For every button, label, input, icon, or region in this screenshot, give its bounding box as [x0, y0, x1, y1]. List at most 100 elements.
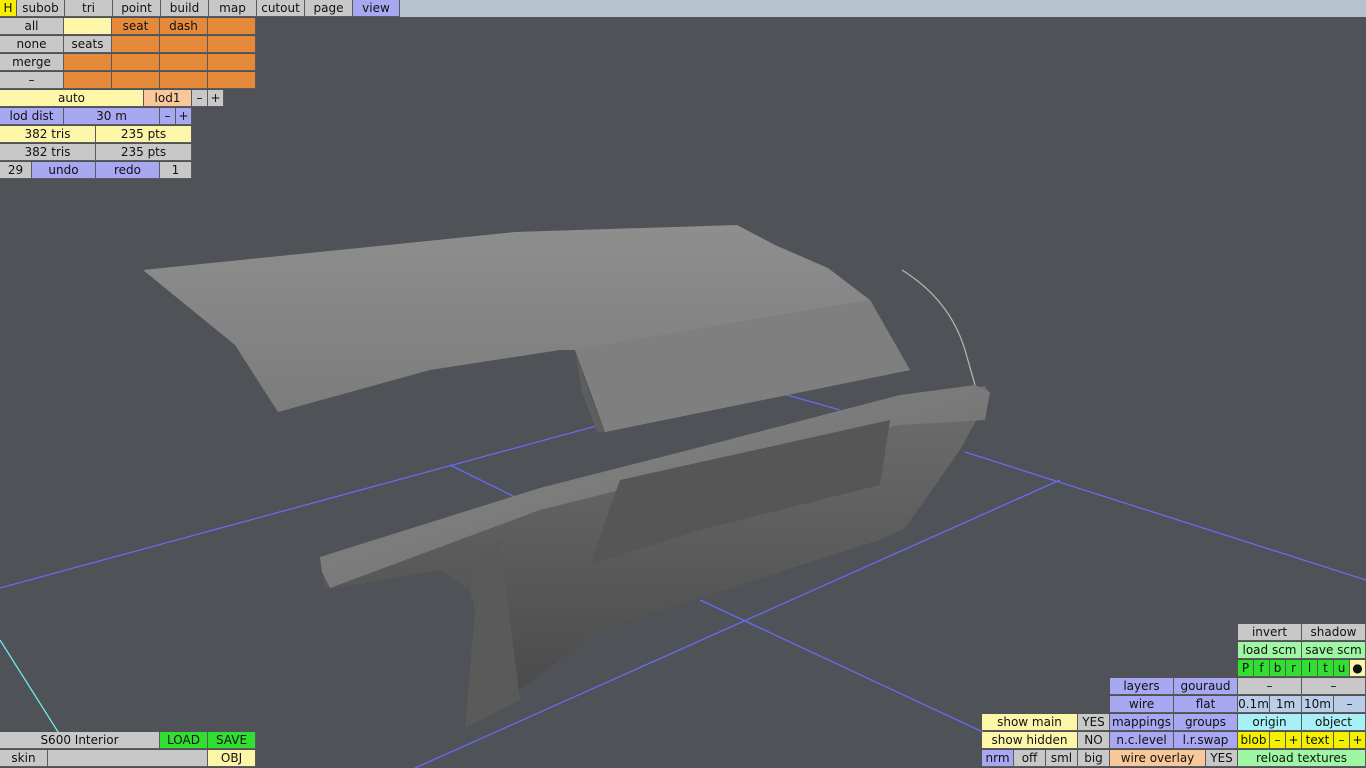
tab-subob[interactable]: subob [17, 0, 65, 17]
small-size-button[interactable]: sml [1046, 750, 1078, 767]
invert-button[interactable]: invert [1238, 624, 1302, 641]
lod-minus-button[interactable]: – [192, 90, 208, 107]
tris-count: 382 tris [0, 126, 96, 143]
redo-button[interactable]: redo [96, 162, 160, 179]
pts-count: 235 pts [96, 126, 192, 143]
lod-dist-value[interactable]: 30 m [64, 108, 160, 125]
tab-point[interactable]: point [113, 0, 161, 17]
minus-button[interactable]: – [0, 72, 64, 89]
merge-button[interactable]: merge [0, 54, 64, 71]
normal-size-button[interactable]: nrm [982, 750, 1014, 767]
shadow-button[interactable]: shadow [1302, 624, 1366, 641]
groups-button[interactable]: groups [1174, 714, 1238, 731]
group-slot-6[interactable] [112, 36, 160, 53]
total-tris-count: 382 tris [0, 144, 96, 161]
redo-count: 1 [160, 162, 192, 179]
lod-dist-label: lod dist [0, 108, 64, 125]
show-hidden-toggle[interactable]: NO [1078, 732, 1110, 749]
skin-field[interactable] [48, 750, 208, 767]
3d-viewport[interactable] [0, 0, 1366, 768]
select-none-button[interactable]: none [0, 36, 64, 53]
lod-dist-plus-button[interactable]: + [176, 108, 192, 125]
layers-button[interactable]: layers [1110, 678, 1174, 695]
view-persp-button[interactable]: P [1238, 660, 1254, 677]
lr-swap-button[interactable]: l.r.swap [1174, 732, 1238, 749]
object-button[interactable]: object [1302, 714, 1366, 731]
undo-button[interactable]: undo [32, 162, 96, 179]
show-main-label[interactable]: show main [982, 714, 1078, 731]
group-slot-4[interactable] [208, 18, 256, 35]
title-strip [400, 0, 1366, 17]
select-all-button[interactable]: all [0, 18, 64, 35]
total-pts-count: 235 pts [96, 144, 192, 161]
mappings-button[interactable]: mappings [1110, 714, 1174, 731]
load-button[interactable]: LOAD [160, 732, 208, 749]
group-dash-button[interactable]: dash [160, 18, 208, 35]
group-slot-10[interactable] [112, 54, 160, 71]
lod-plus-button[interactable]: + [208, 90, 224, 107]
save-button[interactable]: SAVE [208, 732, 256, 749]
dash-button-2[interactable]: – [1302, 678, 1366, 695]
obj-button[interactable]: OBJ [208, 750, 256, 767]
view-right-button[interactable]: r [1286, 660, 1302, 677]
dash-button-1[interactable]: – [1238, 678, 1302, 695]
nc-level-button[interactable]: n.c.level [1110, 732, 1174, 749]
show-hidden-label[interactable]: show hidden [982, 732, 1078, 749]
origin-button[interactable]: origin [1238, 714, 1302, 731]
group-seats-button[interactable]: seats [64, 36, 112, 53]
lod-auto-button[interactable]: auto [0, 90, 144, 107]
off-size-button[interactable]: off [1014, 750, 1046, 767]
dash-top-mesh [143, 225, 976, 432]
group-slot-13[interactable] [64, 72, 112, 89]
view-dot-button[interactable]: ● [1350, 660, 1366, 677]
group-slot-9[interactable] [64, 54, 112, 71]
tab-cutout[interactable]: cutout [257, 0, 305, 17]
wire-overlay-toggle[interactable]: YES [1206, 750, 1238, 767]
view-left-button[interactable]: l [1302, 660, 1318, 677]
group-slot-7[interactable] [160, 36, 208, 53]
grid-10m-button[interactable]: 10m [1302, 696, 1334, 713]
group-slot-12[interactable] [208, 54, 256, 71]
grid-minus-button[interactable]: – [1334, 696, 1366, 713]
group-seat-button[interactable]: seat [112, 18, 160, 35]
tab-tri[interactable]: tri [65, 0, 113, 17]
group-slot-16[interactable] [208, 72, 256, 89]
group-slot-11[interactable] [160, 54, 208, 71]
load-scm-button[interactable]: load scm [1238, 642, 1302, 659]
view-top-button[interactable]: t [1318, 660, 1334, 677]
h-button[interactable]: H [0, 0, 17, 17]
view-back-button[interactable]: b [1270, 660, 1286, 677]
text-minus-button[interactable]: – [1334, 732, 1350, 749]
grid-1m-button[interactable]: 1m [1270, 696, 1302, 713]
blob-minus-button[interactable]: – [1270, 732, 1286, 749]
skin-label: skin [0, 750, 48, 767]
lod-dist-minus-button[interactable]: – [160, 108, 176, 125]
undo-count: 29 [0, 162, 32, 179]
save-scm-button[interactable]: save scm [1302, 642, 1366, 659]
flat-button[interactable]: flat [1174, 696, 1238, 713]
wire-overlay-label[interactable]: wire overlay [1110, 750, 1206, 767]
text-plus-button[interactable]: + [1350, 732, 1366, 749]
group-slot-14[interactable] [112, 72, 160, 89]
axis-line [0, 639, 61, 736]
wire-button[interactable]: wire [1110, 696, 1174, 713]
group-slot-15[interactable] [160, 72, 208, 89]
view-front-button[interactable]: f [1254, 660, 1270, 677]
reload-textures-button[interactable]: reload textures [1238, 750, 1366, 767]
tab-page[interactable]: page [305, 0, 353, 17]
big-size-button[interactable]: big [1078, 750, 1110, 767]
gouraud-button[interactable]: gouraud [1174, 678, 1238, 695]
filename-field[interactable]: S600 Interior [0, 732, 160, 749]
tab-view[interactable]: view [353, 0, 400, 17]
blob-plus-button[interactable]: + [1286, 732, 1302, 749]
blob-button[interactable]: blob [1238, 732, 1270, 749]
lod-level-button[interactable]: lod1 [144, 90, 192, 107]
group-slot-8[interactable] [208, 36, 256, 53]
text-button[interactable]: text [1302, 732, 1334, 749]
grid-01m-button[interactable]: 0.1m [1238, 696, 1270, 713]
group-slot-1[interactable] [64, 18, 112, 35]
tab-map[interactable]: map [209, 0, 257, 17]
tab-build[interactable]: build [161, 0, 209, 17]
show-main-toggle[interactable]: YES [1078, 714, 1110, 731]
view-under-button[interactable]: u [1334, 660, 1350, 677]
